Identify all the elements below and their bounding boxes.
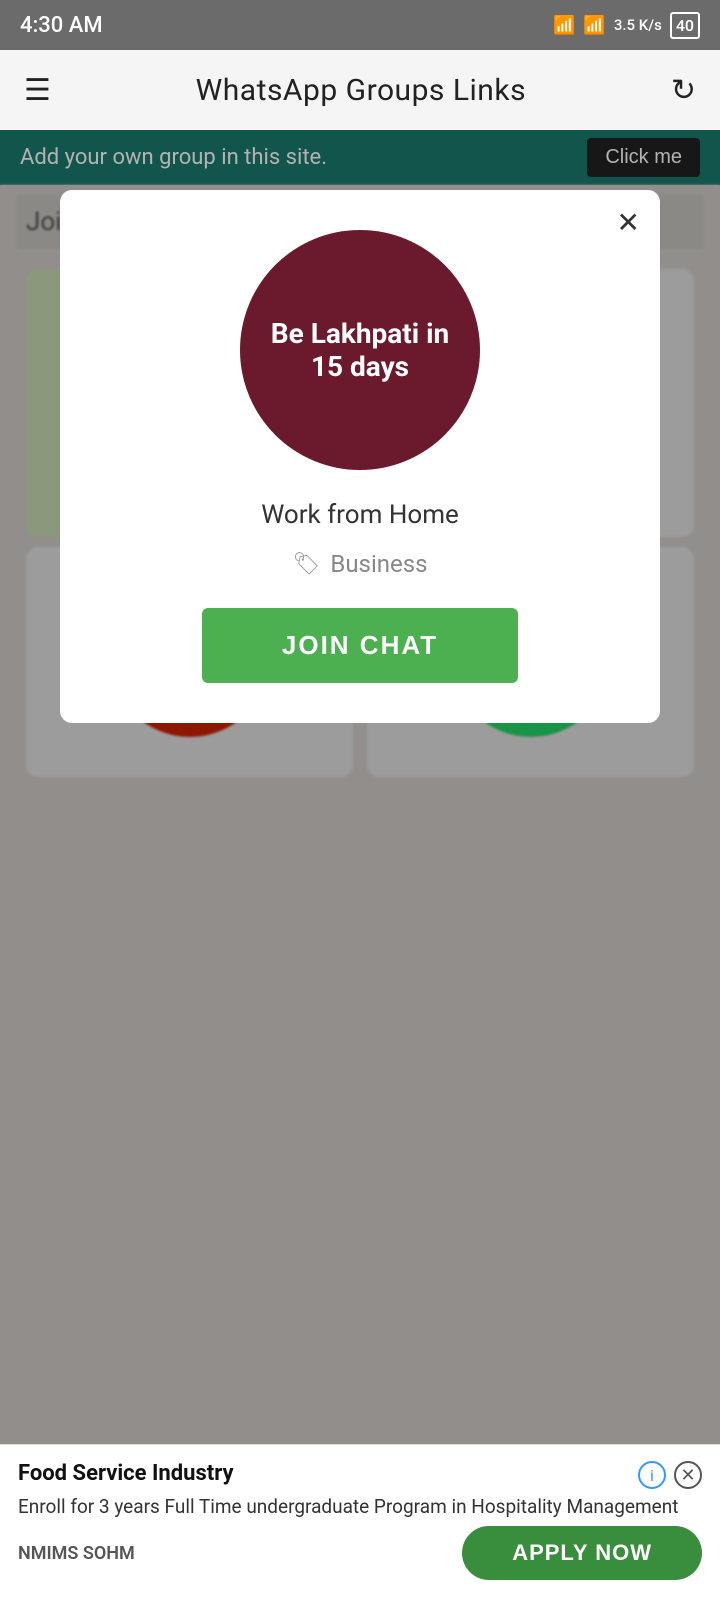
ad-sponsor: NMIMS SOHM <box>18 1543 135 1564</box>
status-time: 4:30 AM <box>20 13 103 38</box>
ad-apply-button[interactable]: APPLY NOW <box>462 1526 702 1580</box>
ad-close-icon[interactable]: ✕ <box>674 1461 702 1489</box>
tag-icon: 🏷 <box>292 552 320 577</box>
battery-icon: 40 <box>670 12 700 39</box>
wifi-icon: 📶 <box>553 15 575 36</box>
modal-close-button[interactable]: ✕ <box>617 206 640 239</box>
app-header: ☰ WhatsApp Groups Links ↻ <box>0 50 720 130</box>
signal-icon: 📶 <box>583 15 605 36</box>
network-speed: 3.5 K/s <box>614 16 662 34</box>
modal-overlay[interactable]: ✕ Be Lakhpati in 15 days Work from Home … <box>0 130 720 1600</box>
ad-description: Enroll for 3 years Full Time undergradua… <box>18 1495 702 1518</box>
app-title: WhatsApp Groups Links <box>196 73 526 108</box>
modal-category-text: Business <box>330 550 427 578</box>
menu-icon[interactable]: ☰ <box>24 73 51 108</box>
ad-banner: Food Service Industry i ✕ Enroll for 3 y… <box>0 1444 720 1600</box>
ad-footer: NMIMS SOHM APPLY NOW <box>18 1526 702 1580</box>
status-bar: 4:30 AM 📶 📶 3.5 K/s 40 <box>0 0 720 50</box>
ad-header: Food Service Industry i ✕ <box>18 1461 702 1489</box>
modal-category: 🏷 Business <box>292 550 427 578</box>
refresh-icon[interactable]: ↻ <box>671 73 696 108</box>
ad-action-icons: i ✕ <box>638 1461 702 1489</box>
modal-group-name: Work from Home <box>261 500 459 530</box>
ad-title: Food Service Industry <box>18 1461 234 1486</box>
status-icons: 📶 📶 3.5 K/s 40 <box>553 12 700 39</box>
group-detail-modal: ✕ Be Lakhpati in 15 days Work from Home … <box>60 190 660 723</box>
modal-group-circle: Be Lakhpati in 15 days <box>240 230 480 470</box>
ad-info-icon[interactable]: i <box>638 1461 666 1489</box>
join-chat-button[interactable]: JOIN CHAT <box>202 608 518 683</box>
